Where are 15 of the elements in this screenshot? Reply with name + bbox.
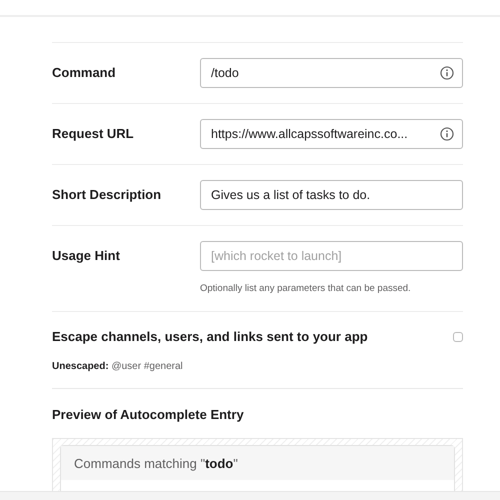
setting-label: Escape channels, users, and links sent to your app — [52, 328, 368, 346]
input-field[interactable]: Gives us a list of tasks to do. — [200, 180, 463, 210]
field-label: Request URL — [52, 125, 135, 143]
section-title: Preview of Autocomplete Entry — [52, 406, 245, 424]
unescaped-note: Unescaped: @user #general — [52, 360, 184, 374]
autocomplete-header: Commands matching "todo" — [61, 446, 454, 480]
input-field[interactable]: /todo — [200, 58, 463, 88]
field-label: Short Description — [52, 186, 162, 204]
info-icon[interactable] — [440, 127, 454, 141]
input-field[interactable]: https://www.allcapssoftwareinc.co... — [200, 119, 463, 149]
help-text: Optionally list any parameters that can be passed. — [200, 282, 412, 296]
info-icon[interactable] — [440, 66, 454, 80]
field-label: Usage Hint — [52, 247, 121, 265]
checkbox[interactable] — [453, 332, 463, 342]
field-label: Command — [52, 64, 117, 82]
